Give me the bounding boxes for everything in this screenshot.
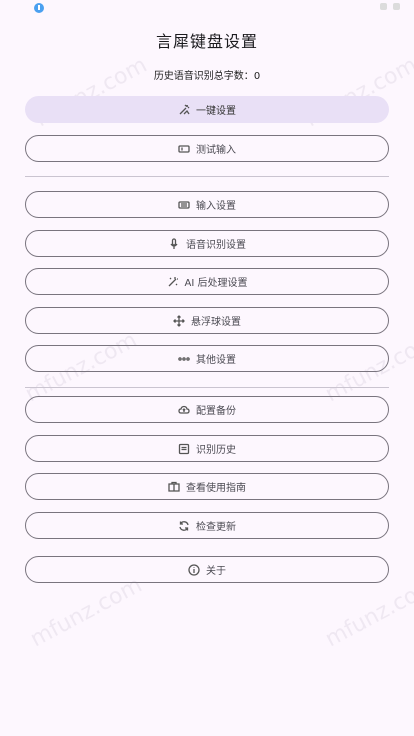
- more-dots-icon: [178, 353, 190, 365]
- status-icons: [380, 3, 400, 10]
- microphone-icon: [168, 237, 180, 250]
- section-divider: [25, 387, 389, 388]
- battery-icon: [393, 3, 400, 10]
- watermark: mfunz.com: [26, 572, 147, 653]
- wifi-icon: [380, 3, 387, 10]
- input-settings-label: 输入设置: [196, 201, 236, 212]
- magic-wand-icon: [178, 104, 190, 116]
- section-divider: [25, 176, 389, 177]
- recognition-history-label: 识别历史: [196, 445, 236, 456]
- voice-word-count-value: 0: [253, 71, 261, 82]
- user-guide-label: 查看使用指南: [186, 483, 246, 494]
- test-input-label: 测试输入: [196, 145, 236, 156]
- one-click-setup-button[interactable]: 一键设置: [25, 96, 389, 123]
- magic-wand-icon: [167, 276, 179, 288]
- test-input-button[interactable]: 测试输入: [25, 135, 389, 162]
- status-bar: [0, 0, 414, 16]
- one-click-setup-label: 一键设置: [196, 106, 236, 117]
- ai-post-processing-settings-button[interactable]: AI 后处理设置: [25, 268, 389, 295]
- voice-recognition-settings-button[interactable]: 语音识别设置: [25, 230, 389, 257]
- info-icon: [188, 563, 200, 576]
- floating-ball-settings-button[interactable]: 悬浮球设置: [25, 307, 389, 334]
- input-field-icon: [178, 143, 190, 155]
- floating-ball-settings-label: 悬浮球设置: [191, 317, 241, 328]
- config-backup-label: 配置备份: [196, 406, 236, 417]
- book-icon: [168, 481, 180, 493]
- voice-word-count-label: 历史语音识别总字数：: [153, 71, 254, 82]
- keyboard-icon: [178, 199, 190, 211]
- about-label: 关于: [206, 566, 226, 577]
- refresh-icon: [178, 520, 190, 532]
- cloud-upload-icon: [178, 404, 190, 416]
- other-settings-button[interactable]: 其他设置: [25, 345, 389, 372]
- config-backup-button[interactable]: 配置备份: [25, 396, 389, 423]
- input-settings-button[interactable]: 输入设置: [25, 191, 389, 218]
- check-update-label: 检查更新: [196, 522, 236, 533]
- about-button[interactable]: 关于: [25, 556, 389, 583]
- watermark: mfunz.com: [321, 572, 414, 653]
- history-list-icon: [178, 443, 190, 455]
- ai-post-processing-settings-label: AI 后处理设置: [184, 278, 248, 289]
- page-title: 言犀键盘设置: [155, 32, 258, 51]
- check-update-button[interactable]: 检查更新: [25, 512, 389, 539]
- user-guide-button[interactable]: 查看使用指南: [25, 473, 389, 500]
- recognition-history-button[interactable]: 识别历史: [25, 435, 389, 462]
- download-notification-icon: [34, 3, 44, 13]
- move-arrows-icon: [173, 314, 185, 327]
- voice-word-count: 历史语音识别总字数：0: [0, 67, 414, 82]
- other-settings-label: 其他设置: [196, 355, 236, 366]
- voice-recognition-settings-label: 语音识别设置: [186, 240, 246, 251]
